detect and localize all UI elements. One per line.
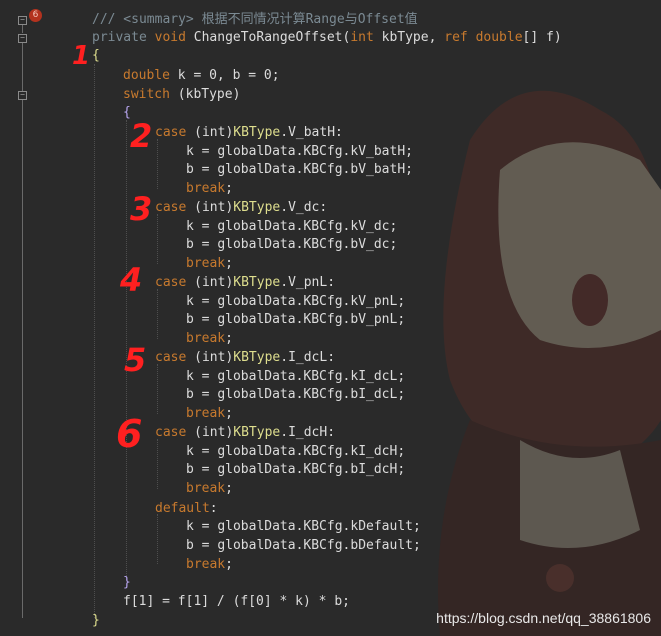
case-b-assign: b = globalData.KBCfg.bI_dcH; — [186, 462, 406, 477]
annotation-1: 1 — [72, 41, 91, 71]
case-break: break; — [186, 331, 233, 346]
annotation-4: 4 — [120, 261, 143, 299]
switch-close-brace: } — [123, 575, 131, 590]
fold-toggle-icon[interactable]: − — [18, 16, 27, 25]
fold-line — [22, 25, 23, 33]
annotation-5: 5 — [124, 341, 147, 379]
indent-guide — [157, 289, 159, 339]
case-b-assign: b = globalData.KBCfg.bV_dc; — [186, 237, 398, 252]
breakpoint-badge[interactable]: 6 — [29, 9, 42, 22]
fold-toggle-icon[interactable]: − — [18, 91, 27, 100]
default-break: break; — [186, 557, 233, 572]
case-break: break; — [186, 406, 233, 421]
case-label: case (int)KBType.V_batH: — [155, 125, 343, 140]
indent-guide — [157, 439, 159, 489]
case-label: case (int)KBType.V_pnL: — [155, 275, 336, 290]
indent-guide — [157, 514, 159, 564]
default-b-assign: b = globalData.KBCfg.bDefault; — [186, 538, 421, 553]
switch-statement: switch (kbType) — [123, 87, 241, 102]
final-assignment: f[1] = f[1] / (f[0] * k) * b; — [123, 594, 350, 609]
case-label: case (int)KBType.I_dcH: — [155, 425, 336, 440]
code-editor[interactable]: 6 − − − /// <summary> 根据不同情况计算Range与Offs… — [0, 0, 661, 636]
case-label: case (int)KBType.I_dcL: — [155, 350, 336, 365]
annotation-3: 3 — [130, 190, 153, 228]
case-b-assign: b = globalData.KBCfg.bV_pnL; — [186, 312, 406, 327]
case-b-assign: b = globalData.KBCfg.bV_batH; — [186, 162, 413, 177]
indent-guide — [94, 64, 96, 618]
indent-guide — [157, 214, 159, 264]
case-break: break; — [186, 256, 233, 271]
case-k-assign: k = globalData.KBCfg.kI_dcH; — [186, 444, 406, 459]
fold-toggle-icon[interactable]: − — [18, 34, 27, 43]
default-k-assign: k = globalData.KBCfg.kDefault; — [186, 519, 421, 534]
annotation-6: 6 — [116, 412, 143, 456]
local-declaration: double k = 0, b = 0; — [123, 68, 280, 83]
default-label: default: — [155, 501, 218, 516]
watermark: https://blog.csdn.net/qq_38861806 — [436, 610, 651, 626]
indent-guide — [157, 364, 159, 414]
case-label: case (int)KBType.V_dc: — [155, 200, 328, 215]
case-k-assign: k = globalData.KBCfg.kV_dc; — [186, 219, 398, 234]
method-open-brace: { — [92, 48, 100, 63]
case-break: break; — [186, 181, 233, 196]
indent-guide — [157, 139, 159, 189]
method-close-brace: } — [92, 613, 100, 628]
case-b-assign: b = globalData.KBCfg.bI_dcL; — [186, 387, 406, 402]
case-k-assign: k = globalData.KBCfg.kI_dcL; — [186, 369, 406, 384]
method-signature: private void ChangeToRangeOffset(int kbT… — [92, 30, 562, 45]
summary-comment: /// <summary> 根据不同情况计算Range与Offset值 — [92, 12, 418, 27]
case-break: break; — [186, 481, 233, 496]
fold-line — [22, 43, 23, 618]
case-k-assign: k = globalData.KBCfg.kV_pnL; — [186, 294, 406, 309]
annotation-2: 2 — [130, 117, 153, 155]
case-k-assign: k = globalData.KBCfg.kV_batH; — [186, 144, 413, 159]
